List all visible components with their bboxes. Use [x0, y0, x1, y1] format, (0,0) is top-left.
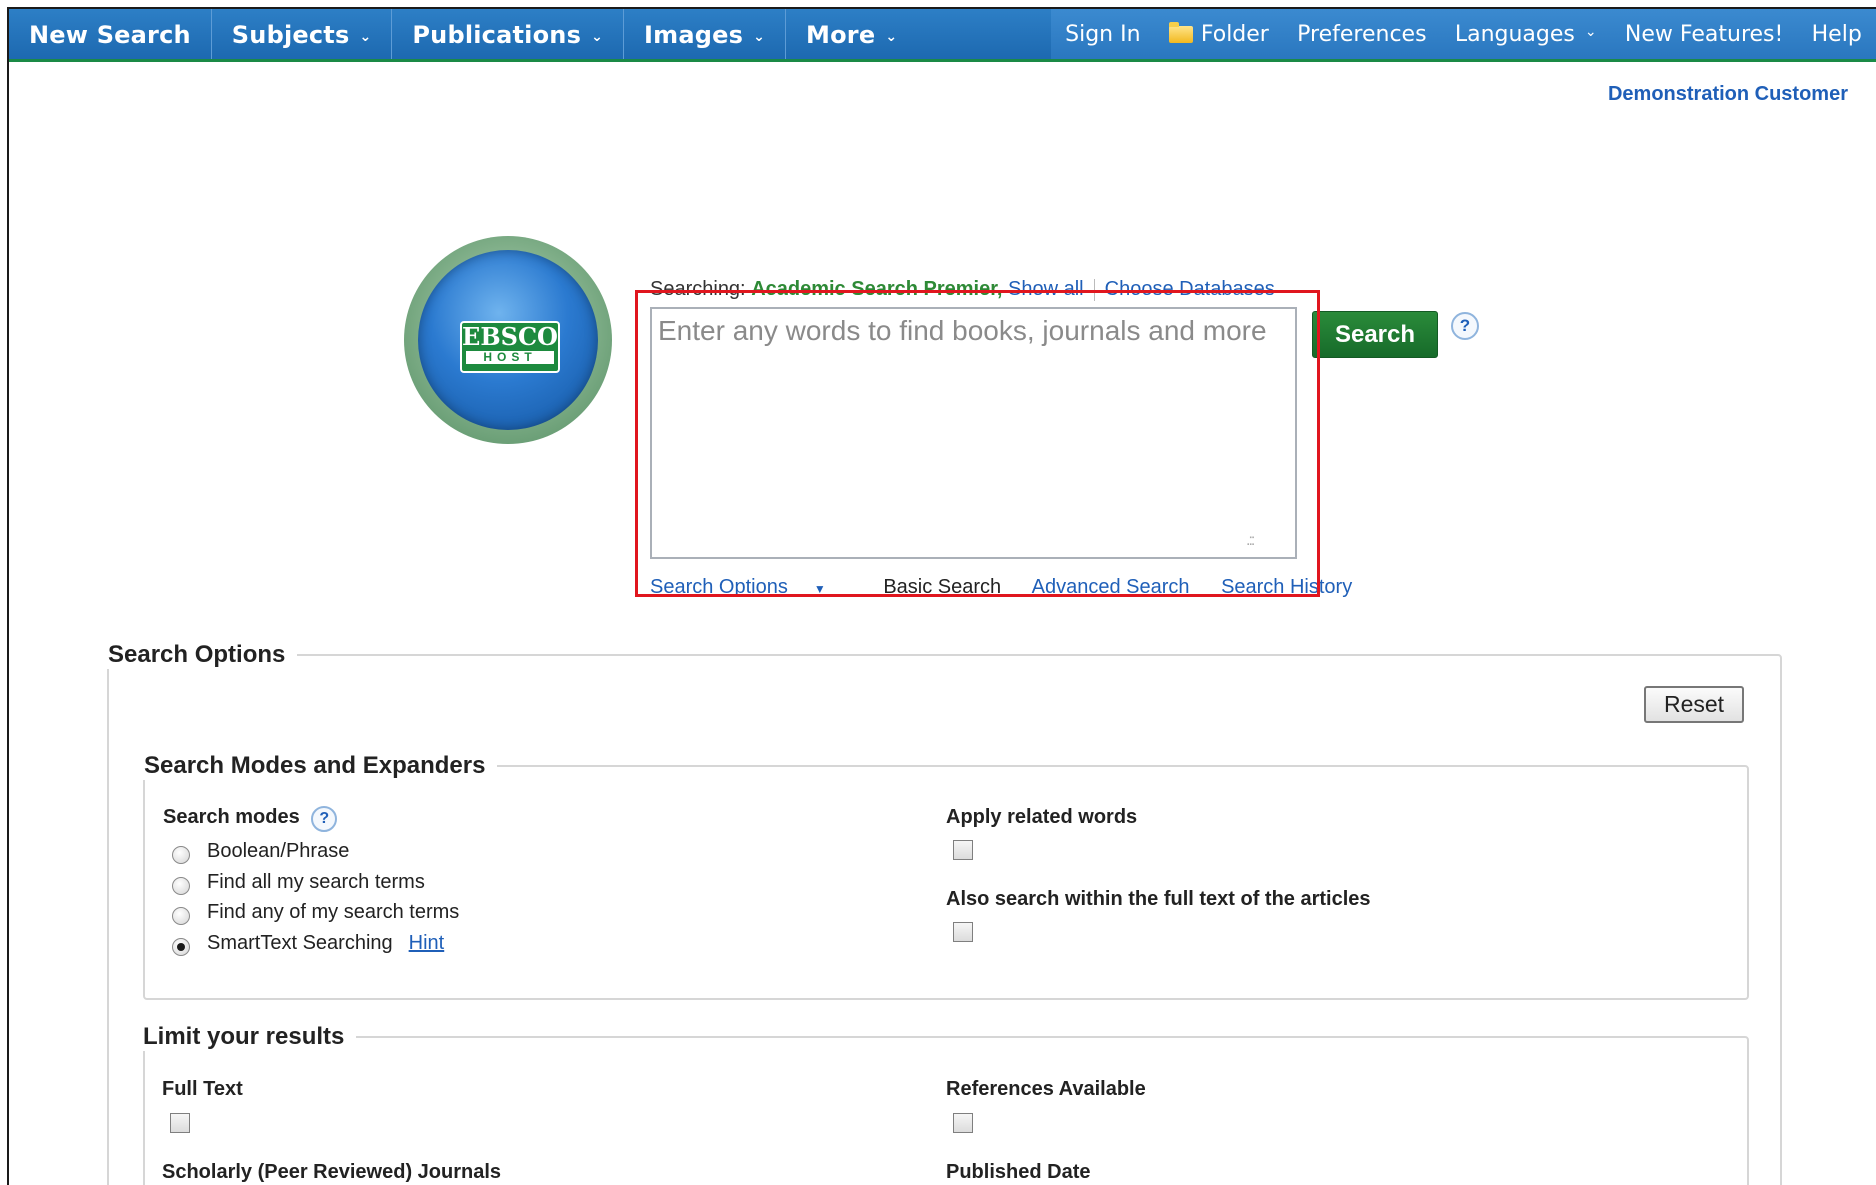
- nav-publications-label: Publications: [412, 21, 582, 49]
- logo-text-host: HOST: [466, 351, 554, 364]
- top-navigation-bar: New Search Subjects ⌄ Publications ⌄ Image…: [9, 9, 1876, 62]
- primary-nav: New Search Subjects ⌄ Publications ⌄ Image…: [9, 9, 917, 59]
- full-text-label: Full Text: [162, 1078, 243, 1100]
- search-options-link[interactable]: Search Options ▼: [650, 576, 852, 598]
- nav-images[interactable]: Images ⌄: [624, 9, 787, 59]
- nav-more[interactable]: More ⌄: [786, 9, 917, 59]
- radio-button-selected[interactable]: [172, 937, 190, 956]
- app-frame: New Search Subjects ⌄ Publications ⌄ Image…: [7, 7, 1876, 1185]
- nav-preferences[interactable]: Preferences: [1297, 22, 1426, 47]
- mode-option-find-all[interactable]: Find all my search terms: [172, 871, 425, 895]
- search-options-title: Search Options: [106, 641, 298, 669]
- published-date-label: Published Date: [946, 1161, 1091, 1183]
- nav-subjects-label: Subjects: [231, 21, 350, 49]
- apply-related-words-checkbox[interactable]: [953, 840, 973, 860]
- chevron-down-icon: ⌄: [753, 29, 766, 45]
- nav-sign-in-label: Sign In: [1065, 21, 1141, 47]
- chevron-down-icon: ⌄: [591, 29, 604, 45]
- apply-related-words-label: Apply related words: [946, 806, 1138, 828]
- nav-folder-label: Folder: [1200, 21, 1269, 47]
- searching-line: Searching: Academic Search Premier, Show…: [650, 278, 1275, 301]
- search-input[interactable]: [650, 307, 1297, 559]
- caret-down-icon: ▼: [813, 582, 826, 596]
- search-modes-help-icon[interactable]: ?: [311, 806, 338, 832]
- radio-button[interactable]: [172, 906, 190, 925]
- nav-folder[interactable]: Folder: [1168, 21, 1269, 47]
- ebsco-host-logo: EBSCO HOST: [404, 236, 612, 444]
- advanced-search-link[interactable]: Advanced Search: [1032, 576, 1190, 598]
- mode-option-boolean[interactable]: Boolean/Phrase: [172, 840, 350, 864]
- search-history-link[interactable]: Search History: [1221, 576, 1352, 598]
- nav-help[interactable]: Help: [1812, 22, 1862, 47]
- hint-link[interactable]: Hint: [409, 932, 445, 955]
- search-button[interactable]: Search: [1312, 311, 1438, 358]
- search-help-icon[interactable]: ?: [1451, 312, 1479, 340]
- nav-help-label: Help: [1811, 21, 1862, 47]
- nav-new-features-label: New Features!: [1624, 21, 1784, 47]
- search-modes-label-text: Search modes: [163, 806, 300, 828]
- search-links-row: Search Options ▼ Basic Search Advanced Se…: [650, 576, 1378, 599]
- logo-globe: EBSCO HOST: [418, 250, 598, 430]
- search-modes-title: Search Modes and Expanders: [142, 752, 498, 780]
- reset-button[interactable]: Reset: [1644, 686, 1744, 723]
- nav-languages[interactable]: Languages ⌄: [1455, 22, 1597, 47]
- show-all-link[interactable]: Show all: [1008, 278, 1084, 300]
- chevron-down-icon: ⌄: [1584, 24, 1597, 40]
- mode-label: Boolean/Phrase: [207, 840, 350, 862]
- radio-button[interactable]: [172, 845, 190, 864]
- full-text-checkbox[interactable]: [170, 1113, 190, 1133]
- nav-preferences-label: Preferences: [1297, 21, 1427, 47]
- radio-button[interactable]: [172, 876, 190, 895]
- references-available-checkbox[interactable]: [953, 1113, 973, 1133]
- nav-images-label: Images: [644, 21, 744, 49]
- nav-more-label: More: [806, 21, 876, 49]
- nav-new-features[interactable]: New Features!: [1625, 22, 1783, 47]
- logo-badge: EBSCO HOST: [460, 321, 560, 373]
- limit-results-title: Limit your results: [141, 1023, 357, 1051]
- nav-publications[interactable]: Publications ⌄: [392, 9, 625, 59]
- searching-database: Academic Search Premier,: [751, 278, 1003, 300]
- chevron-down-icon: ⌄: [359, 29, 372, 45]
- nav-new-search-label: New Search: [29, 21, 191, 49]
- mode-label: Find any of my search terms: [207, 901, 460, 923]
- nav-sign-in[interactable]: Sign In: [1065, 22, 1140, 47]
- nav-new-search[interactable]: New Search: [9, 9, 212, 59]
- mode-option-smarttext[interactable]: SmartText Searching Hint: [172, 932, 445, 956]
- nav-languages-label: Languages: [1454, 21, 1575, 47]
- choose-databases-link[interactable]: Choose Databases: [1105, 278, 1275, 300]
- customer-name: Demonstration Customer: [1607, 83, 1848, 105]
- mode-label: SmartText Searching: [207, 932, 393, 954]
- mode-option-find-any[interactable]: Find any of my search terms: [172, 901, 460, 925]
- search-options-label: Search Options: [650, 576, 788, 598]
- searching-prefix: Searching:: [650, 278, 746, 300]
- mode-label: Find all my search terms: [207, 871, 425, 893]
- logo-text-ebsco: EBSCO: [462, 322, 558, 351]
- chevron-down-icon: ⌄: [885, 29, 898, 45]
- scholarly-journals-label: Scholarly (Peer Reviewed) Journals: [162, 1161, 502, 1183]
- full-text-search-label: Also search within the full text of the …: [946, 888, 1371, 910]
- basic-search-link[interactable]: Basic Search: [883, 576, 1001, 598]
- search-modes-label: Search modes ?: [163, 806, 338, 832]
- divider: [1093, 278, 1095, 301]
- references-available-label: References Available: [946, 1078, 1146, 1100]
- secondary-nav: Sign In Folder Preferences Languages ⌄ Ne…: [1051, 9, 1876, 59]
- folder-icon: [1168, 21, 1193, 43]
- full-text-search-checkbox[interactable]: [953, 922, 973, 942]
- nav-subjects[interactable]: Subjects ⌄: [212, 9, 393, 59]
